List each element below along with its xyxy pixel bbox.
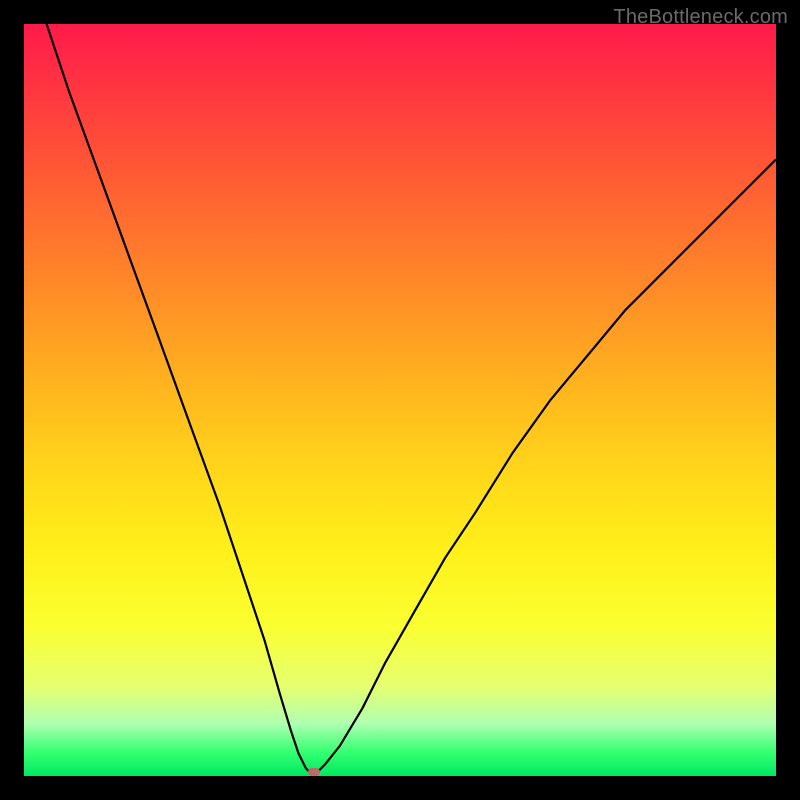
chart-frame: TheBottleneck.com	[0, 0, 800, 800]
bottleneck-curve	[24, 24, 776, 776]
optimum-marker	[308, 768, 320, 776]
plot-area	[24, 24, 776, 776]
watermark-text: TheBottleneck.com	[613, 6, 788, 29]
